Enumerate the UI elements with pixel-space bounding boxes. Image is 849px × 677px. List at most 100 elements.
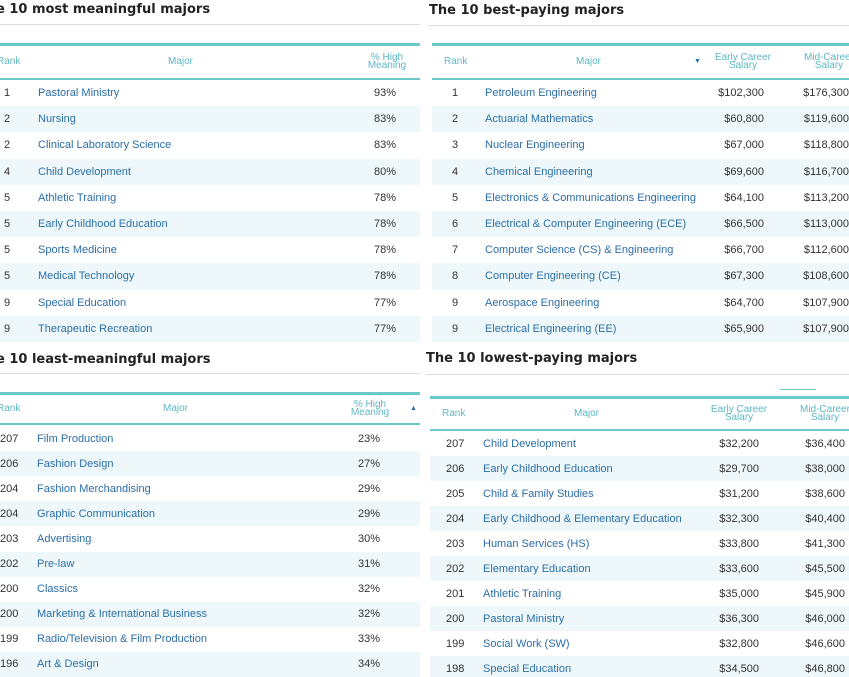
rank-header[interactable]: Rank	[444, 46, 467, 78]
table-row[interactable]: 203 Human Services (HS) $33,800 $41,300	[430, 531, 849, 556]
major-link[interactable]: Electrical Engineering (EE)	[485, 323, 616, 335]
table-row[interactable]: 2 Clinical Laboratory Science 83%	[0, 132, 420, 158]
major-link[interactable]: Nursing	[38, 113, 76, 125]
table-row[interactable]: 5 Sports Medicine 78%	[0, 237, 420, 263]
major-header[interactable]: Major	[574, 399, 599, 429]
major-link[interactable]: Athletic Training	[38, 192, 116, 204]
table-row[interactable]: 3 Nuclear Engineering $67,000 $118,800	[432, 132, 849, 158]
table-row[interactable]: 1 Petroleum Engineering $102,300 $176,300	[432, 80, 849, 106]
rank-cell: 6	[452, 218, 459, 231]
major-link[interactable]: Fashion Design	[37, 458, 113, 470]
table-row[interactable]: 200 Pastoral Ministry $36,300 $46,000	[430, 606, 849, 631]
mid-salary-cell: $46,000	[805, 612, 845, 625]
major-link[interactable]: Nuclear Engineering	[485, 139, 585, 151]
major-link[interactable]: Petroleum Engineering	[485, 87, 597, 99]
major-link[interactable]: Child Development	[483, 438, 576, 450]
table-row[interactable]: 203 Advertising 30%	[0, 526, 420, 551]
table-row[interactable]: 2 Nursing 83%	[0, 106, 420, 133]
table-row[interactable]: 4 Chemical Engineering $69,600 $116,700	[432, 158, 849, 185]
major-link[interactable]: Graphic Communication	[37, 508, 155, 520]
major-link[interactable]: Elementary Education	[483, 563, 591, 575]
table-row[interactable]: 2 Actuarial Mathematics $60,800 $119,600	[432, 106, 849, 133]
early-salary-header[interactable]: Early Career Salary	[706, 399, 772, 429]
early-salary-header[interactable]: Early Career Salary	[710, 46, 776, 78]
table-row[interactable]: 4 Child Development 80%	[0, 158, 420, 185]
table-row[interactable]: 204 Fashion Merchandising 29%	[0, 476, 420, 501]
pct-header[interactable]: % High Meaning	[362, 46, 412, 78]
table-row[interactable]: 9 Therapeutic Recreation 77%	[0, 315, 420, 342]
major-header[interactable]: Major	[163, 395, 188, 423]
major-link[interactable]: Therapeutic Recreation	[38, 323, 152, 335]
table-row[interactable]: 201 Athletic Training $35,000 $45,900	[430, 581, 849, 606]
major-link[interactable]: Marketing & International Business	[37, 608, 207, 620]
table-row[interactable]: 204 Graphic Communication 29%	[0, 501, 420, 527]
table-row[interactable]: 202 Elementary Education $33,600 $45,500	[430, 556, 849, 581]
major-link[interactable]: Electrical & Computer Engineering (ECE)	[485, 218, 686, 230]
table-row[interactable]: 206 Fashion Design 27%	[0, 451, 420, 477]
major-link[interactable]: Computer Engineering (CE)	[485, 270, 621, 282]
table-row[interactable]: 199 Social Work (SW) $32,800 $46,600	[430, 631, 849, 656]
major-link[interactable]: Advertising	[37, 533, 91, 545]
table-row[interactable]: 198 Special Education $34,500 $46,800	[430, 656, 849, 677]
major-link[interactable]: Special Education	[38, 297, 126, 309]
major-link[interactable]: Social Work (SW)	[483, 638, 570, 650]
table-row[interactable]: 9 Aerospace Engineering $64,700 $107,900	[432, 290, 849, 316]
sort-up-icon[interactable]: ▲	[410, 405, 417, 412]
rank-header[interactable]: Rank	[0, 46, 20, 78]
major-link[interactable]: Actuarial Mathematics	[485, 113, 593, 125]
rank-cell: 7	[452, 244, 459, 257]
major-link[interactable]: Computer Science (CS) & Engineering	[485, 244, 673, 256]
table-row[interactable]: 205 Child & Family Studies $31,200 $38,600	[430, 481, 849, 506]
major-link[interactable]: Pastoral Ministry	[38, 87, 119, 99]
major-link[interactable]: Child Development	[38, 166, 131, 178]
major-link[interactable]: Chemical Engineering	[485, 166, 593, 178]
major-link[interactable]: Electronics & Communications Engineering	[485, 192, 696, 204]
major-link[interactable]: Radio/Television & Film Production	[37, 633, 207, 645]
major-header[interactable]: Major	[168, 46, 193, 78]
table-row[interactable]: 7 Computer Science (CS) & Engineering $66,…	[432, 237, 849, 263]
major-link[interactable]: Fashion Merchandising	[37, 483, 151, 495]
table-row[interactable]: 207 Child Development $32,200 $36,400	[430, 431, 849, 456]
major-link[interactable]: Pastoral Ministry	[483, 613, 564, 625]
mid-salary-header[interactable]: Mid-Career Salary	[792, 399, 849, 429]
table-row[interactable]: 200 Marketing & International Business 32%	[0, 601, 420, 627]
early-salary-cell: $31,200	[719, 487, 759, 500]
table-row[interactable]: 204 Early Childhood & Elementary Educatio…	[430, 506, 849, 531]
major-link[interactable]: Art & Design	[37, 658, 99, 670]
table-row[interactable]: 5 Athletic Training 78%	[0, 185, 420, 211]
table-row[interactable]: 9 Special Education 77%	[0, 290, 420, 316]
table-row[interactable]: 199 Radio/Television & Film Production 33%	[0, 627, 420, 652]
major-link[interactable]: Athletic Training	[483, 588, 561, 600]
table-row[interactable]: 1 Pastoral Ministry 93%	[0, 80, 420, 106]
major-link[interactable]: Human Services (HS)	[483, 538, 589, 550]
table-row[interactable]: 196 Art & Design 34%	[0, 651, 420, 677]
major-header[interactable]: Major	[576, 46, 601, 78]
major-link[interactable]: Clinical Laboratory Science	[38, 139, 171, 151]
table-row[interactable]: 6 Electrical & Computer Engineering (ECE)…	[432, 211, 849, 238]
major-link[interactable]: Special Education	[483, 663, 571, 675]
sort-down-icon[interactable]: ▼	[694, 58, 701, 65]
table-row[interactable]: 5 Early Childhood Education 78%	[0, 211, 420, 238]
table-row[interactable]: 202 Pre-law 31%	[0, 551, 420, 577]
major-link[interactable]: Film Production	[37, 433, 113, 445]
table-row[interactable]: 5 Electronics & Communications Engineerin…	[432, 185, 849, 211]
table-row[interactable]: 9 Electrical Engineering (EE) $65,900 $107,…	[432, 315, 849, 342]
major-link[interactable]: Child & Family Studies	[483, 488, 594, 500]
table-row[interactable]: 200 Classics 32%	[0, 577, 420, 602]
table-row[interactable]: 5 Medical Technology 78%	[0, 263, 420, 290]
rank-header[interactable]: Rank	[442, 399, 465, 429]
table-row[interactable]: 207 Film Production 23%	[0, 426, 420, 451]
major-link[interactable]: Early Childhood & Elementary Education	[483, 513, 682, 525]
major-link[interactable]: Pre-law	[37, 558, 74, 570]
rank-header[interactable]: Rank	[0, 395, 20, 423]
table-row[interactable]: 206 Early Childhood Education $29,700 $38,0…	[430, 456, 849, 481]
major-link[interactable]: Sports Medicine	[38, 244, 117, 256]
pct-header[interactable]: % High Meaning	[345, 395, 395, 423]
table-row[interactable]: 8 Computer Engineering (CE) $67,300 $108,60…	[432, 263, 849, 290]
major-link[interactable]: Early Childhood Education	[483, 463, 613, 475]
major-link[interactable]: Aerospace Engineering	[485, 297, 599, 309]
major-link[interactable]: Classics	[37, 583, 78, 595]
major-link[interactable]: Medical Technology	[38, 270, 134, 282]
mid-salary-header[interactable]: Mid-Career Salary	[796, 46, 849, 78]
major-link[interactable]: Early Childhood Education	[38, 218, 168, 230]
